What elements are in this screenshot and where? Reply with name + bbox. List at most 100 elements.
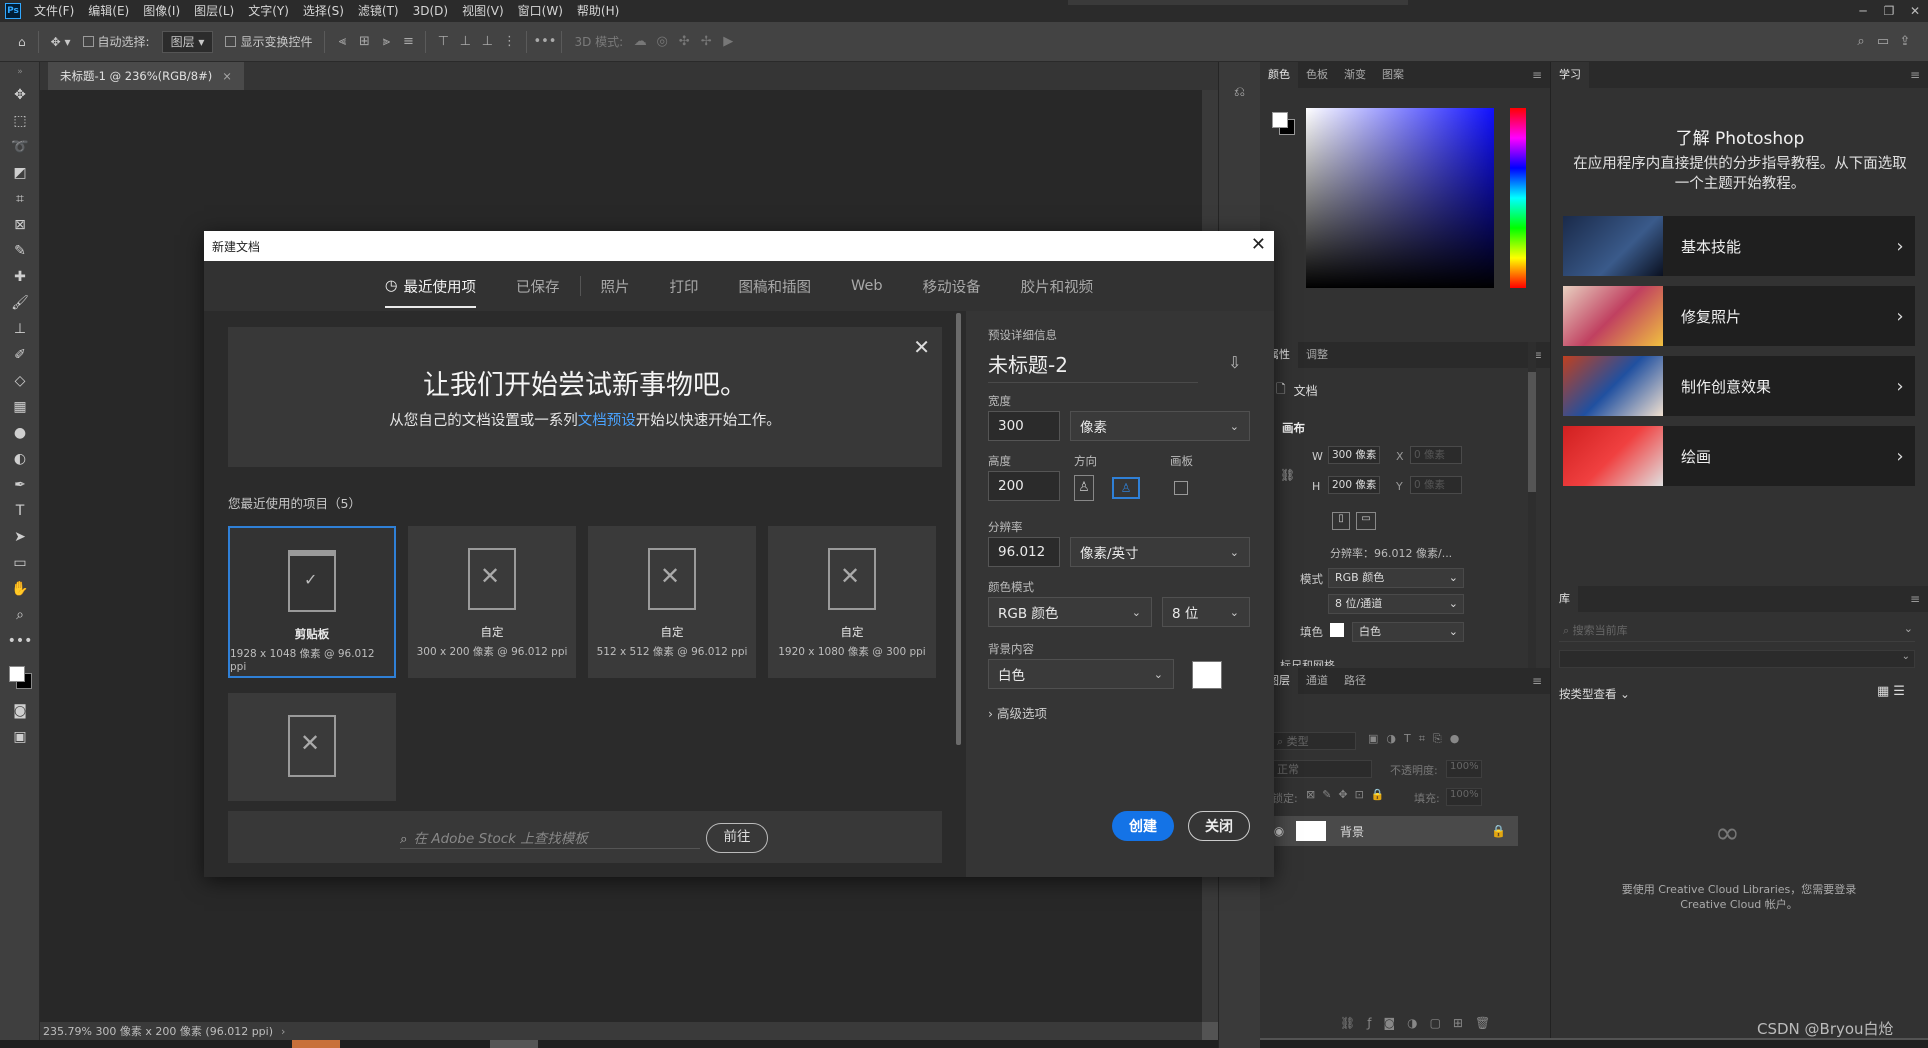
panel-menu-icon[interactable]: ≡ [1910, 68, 1920, 82]
align-middle-icon[interactable]: ⊥ [454, 34, 476, 49]
advanced-options-toggle[interactable]: › 高级选项 [988, 703, 1047, 722]
align-left-icon[interactable]: ⫷ [331, 34, 353, 49]
menu-item[interactable]: 窗口(W) [511, 0, 570, 22]
landscape-icon[interactable]: ▭ [1356, 512, 1376, 530]
shape-tool-icon[interactable]: ▭ [0, 550, 40, 576]
marquee-tool-icon[interactable]: ⬚ [0, 108, 40, 134]
screen-mode-icon[interactable]: ▣ [0, 724, 40, 750]
menu-item[interactable]: 视图(V) [455, 0, 511, 22]
menu-item[interactable]: 图像(I) [136, 0, 187, 22]
depth-dropdown[interactable]: 8 位/通道 ⌄ [1328, 594, 1464, 614]
canvas-width-field[interactable]: 300 像素 [1328, 446, 1380, 464]
orbit-3d-icon[interactable]: ☁ [629, 34, 651, 49]
close-window-icon[interactable]: ✕ [1902, 4, 1928, 18]
tab-channels[interactable]: 通道 [1298, 668, 1336, 694]
home-icon[interactable]: ⌂ [18, 35, 26, 49]
save-preset-icon[interactable]: ⇩ [1228, 353, 1241, 372]
show-transform-checkbox[interactable]: 显示变换控件 [225, 33, 312, 50]
close-button[interactable]: 关闭 [1188, 811, 1250, 841]
type-tool-icon[interactable]: T [0, 498, 40, 524]
blur-tool-icon[interactable]: ● [0, 420, 40, 446]
recent-item-custom[interactable]: ✕ 自定 512 x 512 像素 @ 96.012 ppi [588, 526, 756, 678]
history-icon[interactable]: ⎌ [1228, 84, 1252, 108]
status-arrow-icon[interactable]: › [281, 1025, 285, 1038]
eraser-tool-icon[interactable]: ◇ [0, 368, 40, 394]
resolution-unit-dropdown[interactable]: 像素/英寸 ⌄ [1070, 537, 1250, 567]
recents-scrollbar[interactable] [956, 313, 961, 745]
path-select-tool-icon[interactable]: ➤ [0, 524, 40, 550]
document-name-input[interactable]: 未标题-2 [988, 349, 1198, 383]
layer-filter-icons[interactable]: ▣◑T⌗⎘● [1368, 732, 1467, 746]
stock-go-button[interactable]: 前往 [706, 823, 768, 853]
dodge-tool-icon[interactable]: ◐ [0, 446, 40, 472]
roll-3d-icon[interactable]: ◎ [651, 34, 673, 49]
color-swatches[interactable] [0, 654, 39, 698]
tab-saved[interactable]: 已保存 [496, 261, 580, 311]
height-input[interactable]: 200 [988, 471, 1060, 501]
color-mode-dropdown[interactable]: RGB 颜色 ⌄ [988, 597, 1152, 627]
history-brush-tool-icon[interactable]: ✐ [0, 342, 40, 368]
canvas-y-field[interactable]: 0 像素 [1410, 476, 1462, 494]
distribute-icon[interactable]: ≡ [397, 34, 419, 49]
learn-card-painting[interactable]: 绘画 › [1563, 426, 1915, 486]
tab-color[interactable]: 颜色 [1260, 62, 1298, 88]
collapse-icon[interactable]: » [0, 62, 40, 82]
canvas-x-field[interactable]: 0 像素 [1410, 446, 1462, 464]
fill-dropdown[interactable]: 白色 ⌄ [1352, 622, 1464, 642]
tab-swatches[interactable]: 色板 [1298, 62, 1336, 88]
blend-mode-dropdown[interactable]: 正常 [1272, 760, 1372, 778]
more-options-icon[interactable]: ••• [533, 34, 556, 49]
bit-depth-dropdown[interactable]: 8 位 ⌄ [1162, 597, 1250, 627]
grid-list-icons[interactable]: ▦☰ [1877, 684, 1909, 699]
menu-item[interactable]: 选择(S) [296, 0, 351, 22]
opacity-field[interactable]: 100% [1446, 760, 1482, 778]
move-tool-icon[interactable]: ✥ [0, 82, 40, 108]
tab-photo[interactable]: 照片 [581, 261, 650, 311]
restore-icon[interactable]: ❐ [1876, 4, 1902, 18]
canvas-height-field[interactable]: 200 像素 [1328, 476, 1380, 494]
tab-recent[interactable]: ◷ 最近使用项 [365, 261, 496, 311]
quick-mask-icon[interactable]: ◙ [0, 698, 40, 724]
menu-item[interactable]: 文件(F) [27, 0, 81, 22]
close-tab-icon[interactable]: × [222, 69, 232, 83]
auto-select-checkbox[interactable]: 自动选择: [82, 33, 150, 50]
search-icon[interactable]: ⌕ [1850, 34, 1872, 49]
pen-tool-icon[interactable]: ✒ [0, 472, 40, 498]
move-tool-icon[interactable]: ✥ ▾ [51, 35, 71, 49]
align-center-icon[interactable]: ⊞ [353, 34, 375, 49]
view-by-type[interactable]: 按类型查看 ⌄ [1559, 686, 1630, 702]
gradient-tool-icon[interactable]: ▦ [0, 394, 40, 420]
align-right-icon[interactable]: ⫸ [375, 34, 397, 49]
menu-item[interactable]: 3D(D) [406, 0, 455, 22]
width-unit-dropdown[interactable]: 像素 ⌄ [1070, 411, 1250, 441]
panel-menu-icon[interactable]: ≡ [1910, 592, 1920, 606]
tab-adjustments[interactable]: 调整 [1298, 342, 1336, 368]
lock-icon[interactable]: 🔒 [1491, 824, 1506, 838]
menu-item[interactable]: 图层(L) [187, 0, 241, 22]
background-contents-dropdown[interactable]: 白色 ⌄ [988, 659, 1174, 689]
library-dropdown[interactable]: ⌄ [1559, 650, 1915, 668]
tab-mobile[interactable]: 移动设备 [903, 261, 1001, 311]
healing-tool-icon[interactable]: ✚ [0, 264, 40, 290]
portrait-orientation-icon[interactable]: ♙ [1074, 475, 1094, 501]
distribute-vertical-icon[interactable]: ⋮ [498, 34, 520, 49]
edit-toolbar-icon[interactable]: ••• [0, 628, 40, 654]
fg-swatch[interactable] [1272, 112, 1288, 128]
panel-menu-icon[interactable]: ≡ [1532, 674, 1542, 688]
layer-row[interactable]: ◉ 背景 🔒 [1268, 816, 1518, 846]
props-scrollbar[interactable] [1528, 342, 1536, 668]
stock-search-input[interactable]: ⌕ 在 Adobe Stock 上查找模板 [400, 827, 700, 849]
fill-swatch[interactable] [1330, 623, 1344, 637]
artboard-checkbox[interactable] [1174, 481, 1188, 495]
align-bottom-icon[interactable]: ⊥ [476, 34, 498, 49]
link-icon[interactable]: ⛓ [1280, 468, 1295, 482]
zoom-tool-icon[interactable]: ⌕ [0, 602, 40, 628]
tab-print[interactable]: 打印 [650, 261, 719, 311]
tab-film[interactable]: 胶片和视频 [1001, 261, 1114, 311]
menu-item[interactable]: 滤镜(T) [351, 0, 406, 22]
width-input[interactable]: 300 [988, 411, 1060, 441]
portrait-icon[interactable]: ▯ [1332, 512, 1350, 530]
eyedropper-tool-icon[interactable]: ✎ [0, 238, 40, 264]
layer-footer-icons[interactable]: ⛓ƒ◙◑▢⊞🗑 [1340, 1016, 1502, 1030]
library-search[interactable]: ⌕ 搜索当前库 ⌄ [1559, 622, 1915, 642]
